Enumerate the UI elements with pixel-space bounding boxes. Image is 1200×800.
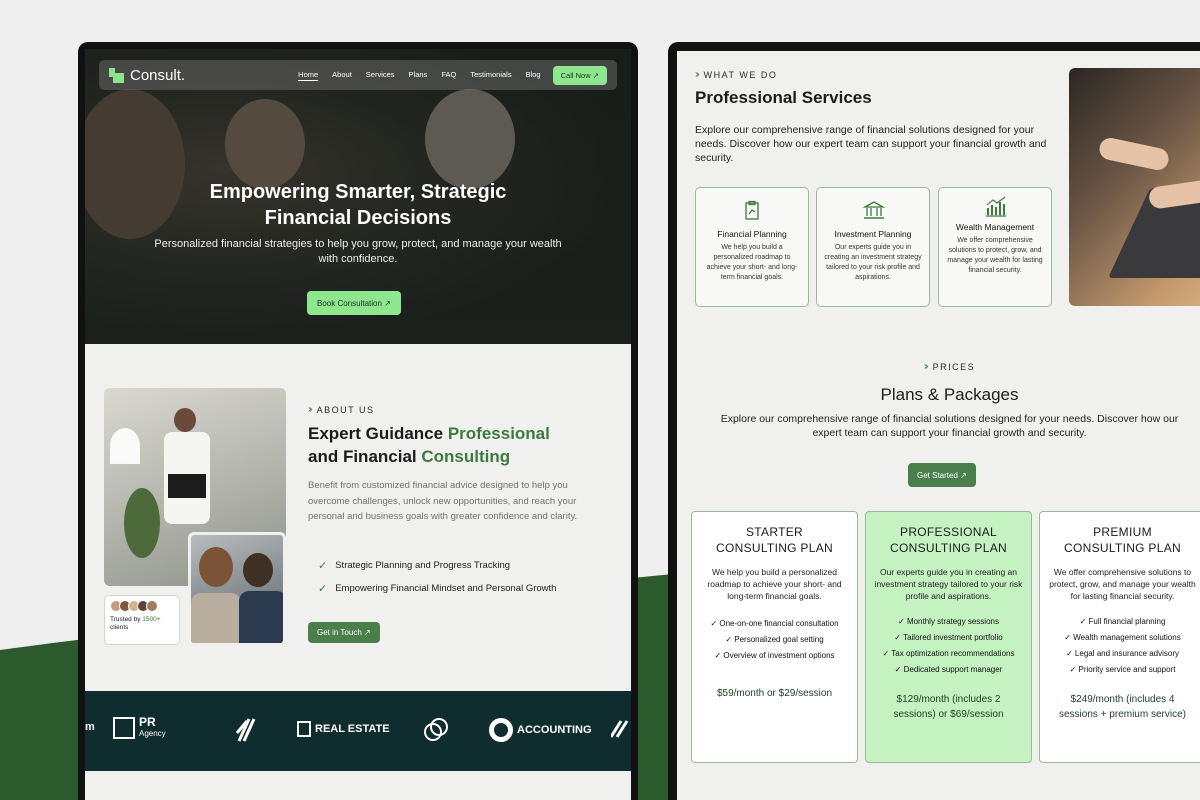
- pr-agency-logo: PR Agency: [113, 716, 166, 739]
- laptop-typing-photo: [1069, 68, 1200, 306]
- nav-item-plans[interactable]: Plans: [409, 70, 428, 81]
- book-consultation-button[interactable]: Book Consultation ↗: [307, 291, 401, 315]
- check-icon: ✓: [318, 583, 328, 595]
- double-chevron-icon: ››: [308, 404, 312, 415]
- main-nav: Consult. Home About Services Plans FAQ T…: [99, 60, 617, 90]
- list-item: ✓ Strategic Planning and Progress Trackin…: [318, 560, 511, 572]
- nav-menu: Home About Services Plans FAQ Testimonia…: [298, 70, 541, 81]
- service-card-wealth-management[interactable]: Wealth Management We offer comprehensive…: [938, 187, 1052, 307]
- hero-subtitle: Personalized financial strategies to hel…: [154, 238, 562, 265]
- plan-feature: ✓ Personalized goal setting: [725, 635, 824, 644]
- slash-logo-icon: [235, 717, 257, 743]
- nav-item-faq[interactable]: FAQ: [441, 70, 456, 81]
- get-started-button[interactable]: Get Started ↗: [908, 463, 976, 487]
- trusted-text: Trusted by 1500+ clients: [110, 616, 161, 631]
- plan-card-starter[interactable]: STARTER CONSULTING PLAN We help you build…: [691, 511, 858, 763]
- about-description: Benefit from customized financial advice…: [308, 480, 578, 522]
- service-card-title: Investment Planning: [834, 229, 912, 239]
- pricing-title: Plans & Packages: [880, 385, 1019, 404]
- service-card-desc: Our experts guide you in creating an inv…: [824, 244, 922, 281]
- partial-logo: m: [85, 721, 95, 733]
- service-card-investment-planning[interactable]: Investment Planning Our experts guide yo…: [816, 187, 930, 307]
- nav-item-about[interactable]: About: [332, 70, 352, 81]
- plan-title: PROFESSIONAL CONSULTING PLAN: [890, 525, 1007, 555]
- pr-agency-icon: [113, 717, 135, 739]
- accounting-logo: ACCOUNTING: [489, 718, 592, 742]
- plan-feature: ✓ Overview of investment options: [714, 651, 835, 660]
- plan-title: PREMIUM CONSULTING PLAN: [1064, 525, 1181, 555]
- services-tag: ›› WHAT WE DO: [695, 69, 778, 80]
- plan-card-professional[interactable]: PROFESSIONAL CONSULTING PLAN Our experts …: [865, 511, 1032, 763]
- service-card-desc: We offer comprehensive solutions to prot…: [947, 237, 1043, 274]
- bar-chart-icon: [985, 196, 1006, 217]
- nav-item-testimonials[interactable]: Testimonials: [470, 70, 511, 81]
- plan-feature: ✓ Tailored investment portfolio: [894, 633, 1003, 642]
- double-chevron-icon: ››: [695, 69, 699, 80]
- plan-title: STARTER CONSULTING PLAN: [716, 525, 833, 555]
- about-checklist: ✓ Strategic Planning and Progress Trackin…: [318, 559, 556, 605]
- next-section-strip: [85, 771, 631, 800]
- plan-price: $59/month or $29/session: [716, 688, 833, 699]
- couple-laptop-photo: [188, 532, 286, 646]
- logo-text: Consult.: [130, 66, 186, 84]
- plan-features: ✓ Monthly strategy sessions ✓ Tailored i…: [866, 614, 1031, 678]
- about-section: Trusted by 1500+ clients ›› ABOUT US Exper…: [85, 344, 631, 689]
- about-title: Expert Guidance Professional and Financia…: [308, 424, 550, 466]
- partner-logos-strip: m PR Agency REAL ESTATE ACCOUNTING: [85, 691, 631, 771]
- check-icon: ✓: [318, 560, 328, 572]
- plan-description: Our experts guide you in creating an inv…: [874, 567, 1023, 601]
- logo-icon: [109, 67, 124, 83]
- plan-features: ✓ Full financial planning ✓ Wealth manag…: [1040, 614, 1200, 678]
- door-icon: [297, 721, 311, 737]
- call-now-button[interactable]: Call Now ↗: [552, 65, 607, 85]
- right-screen: ›› WHAT WE DO Professional Services Explo…: [677, 51, 1200, 800]
- logo[interactable]: Consult.: [109, 67, 185, 84]
- nav-item-blog[interactable]: Blog: [526, 70, 541, 81]
- left-screen: Consult. Home About Services Plans FAQ T…: [85, 49, 631, 800]
- pricing-description: Explore our comprehensive range of finan…: [720, 413, 1179, 439]
- rings-logo-icon: [423, 717, 449, 743]
- hero-title: Empowering Smarter, Strategic Financial D…: [209, 181, 507, 229]
- services-description: Explore our comprehensive range of finan…: [695, 124, 1047, 164]
- about-tag: ›› ABOUT US: [308, 404, 375, 415]
- bank-icon: [862, 200, 886, 220]
- hero-section: Consult. Home About Services Plans FAQ T…: [85, 49, 631, 344]
- trusted-badge: Trusted by 1500+ clients: [104, 595, 180, 645]
- plan-feature: ✓ One-on-one financial consultation: [710, 619, 839, 628]
- plan-feature: ✓ Priority service and support: [1069, 665, 1176, 674]
- plan-feature: ✓ Legal and insurance advisory: [1066, 649, 1179, 658]
- double-chevron-icon: ››: [923, 361, 928, 372]
- plan-description: We offer comprehensive solutions to prot…: [1049, 567, 1196, 601]
- avatar: [146, 600, 158, 612]
- right-device-frame: ›› WHAT WE DO Professional Services Explo…: [668, 42, 1200, 800]
- partial-logo-icon: [611, 719, 631, 739]
- services-title: Professional Services: [695, 88, 872, 107]
- clipboard-chart-icon: [742, 200, 762, 220]
- left-device-frame: Consult. Home About Services Plans FAQ T…: [78, 42, 638, 800]
- service-card-financial-planning[interactable]: Financial Planning We help you build a p…: [695, 187, 809, 307]
- service-card-desc: We help you build a personalized roadmap…: [706, 244, 798, 281]
- plan-feature: ✓ Monthly strategy sessions: [898, 617, 999, 626]
- plan-feature: ✓ Tax optimization recommendations: [882, 649, 1015, 658]
- plan-feature: ✓ Full financial planning: [1079, 617, 1166, 626]
- plan-card-premium[interactable]: PREMIUM CONSULTING PLAN We offer comprehe…: [1039, 511, 1200, 763]
- nav-item-services[interactable]: Services: [366, 70, 395, 81]
- service-card-title: Wealth Management: [955, 222, 1035, 232]
- plan-features: ✓ One-on-one financial consultation ✓ Pe…: [692, 616, 857, 664]
- plan-price: $249/month (includes 4 sessions + premiu…: [1059, 694, 1186, 720]
- list-item: ✓ Empowering Financial Mindset and Person…: [318, 583, 557, 595]
- plan-feature: ✓ Wealth management solutions: [1064, 633, 1181, 642]
- nav-item-home[interactable]: Home: [298, 70, 319, 81]
- client-avatars: [110, 600, 174, 612]
- prices-tag: ›› PRICES: [923, 361, 976, 372]
- service-card-title: Financial Planning: [717, 229, 787, 239]
- plan-description: We help you build a personalized roadmap…: [707, 567, 842, 601]
- plan-feature: ✓ Dedicated support manager: [894, 665, 1003, 674]
- plan-price: $129/month (includes 2 sessions) or $69/…: [893, 694, 1004, 720]
- get-in-touch-button[interactable]: Get in Touch ↗: [308, 622, 380, 643]
- accounting-ring-icon: [489, 718, 513, 742]
- real-estate-logo: REAL ESTATE: [297, 721, 390, 737]
